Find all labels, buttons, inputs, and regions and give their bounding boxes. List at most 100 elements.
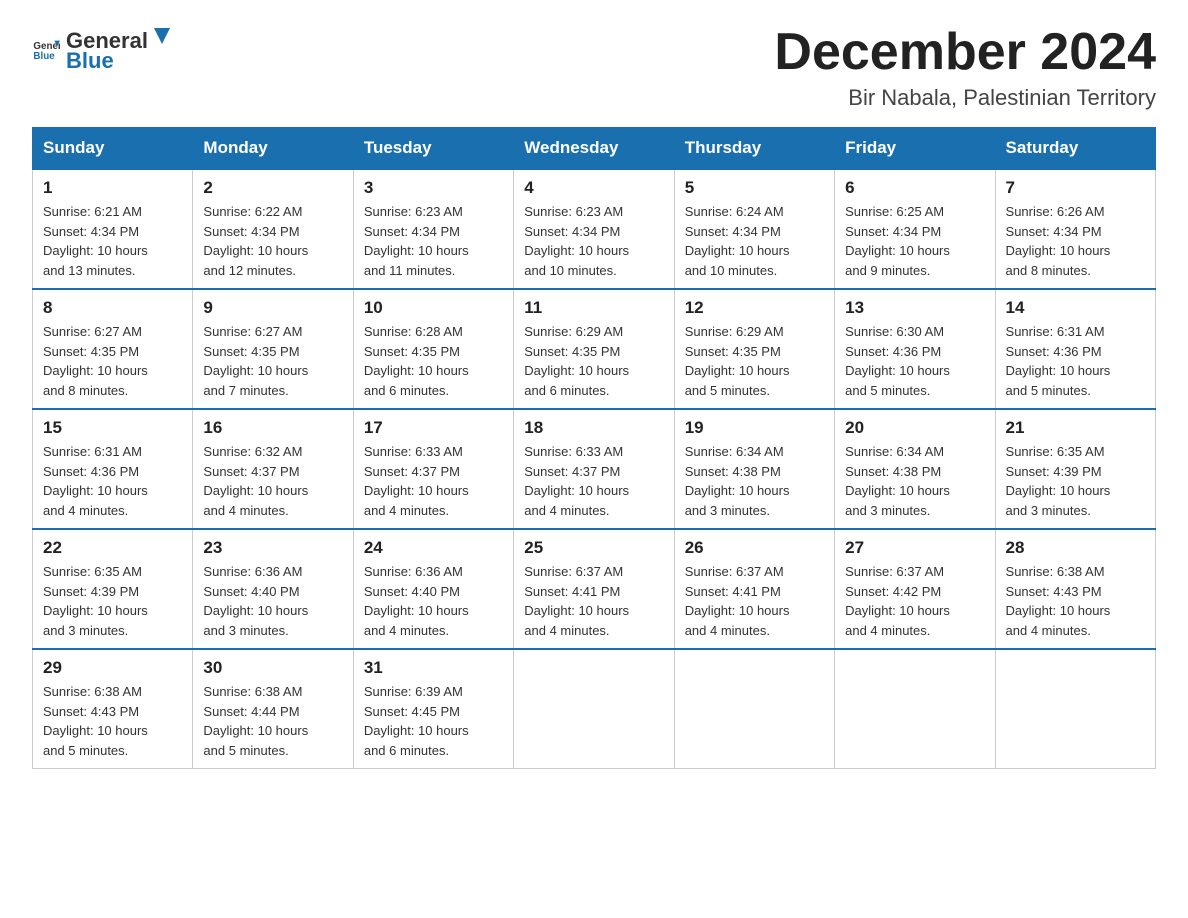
calendar-cell: 24 Sunrise: 6:36 AMSunset: 4:40 PMDayligh… xyxy=(353,529,513,649)
calendar-cell: 14 Sunrise: 6:31 AMSunset: 4:36 PMDayligh… xyxy=(995,289,1155,409)
cell-day-number: 22 xyxy=(43,538,182,558)
calendar-cell: 13Sunrise: 6:30 AMSunset: 4:36 PMDayligh… xyxy=(835,289,995,409)
cell-info: Sunrise: 6:28 AMSunset: 4:35 PMDaylight:… xyxy=(364,322,503,400)
cell-info: Sunrise: 6:34 AMSunset: 4:38 PMDaylight:… xyxy=(845,442,984,520)
calendar-cell xyxy=(995,649,1155,769)
cell-day-number: 21 xyxy=(1006,418,1145,438)
calendar-cell: 7 Sunrise: 6:26 AMSunset: 4:34 PMDaylight… xyxy=(995,169,1155,289)
calendar-table: SundayMondayTuesdayWednesdayThursdayFrid… xyxy=(32,127,1156,769)
cell-day-number: 20 xyxy=(845,418,984,438)
calendar-cell: 22 Sunrise: 6:35 AMSunset: 4:39 PMDayligh… xyxy=(33,529,193,649)
calendar-cell: 5 Sunrise: 6:24 AMSunset: 4:34 PMDaylight… xyxy=(674,169,834,289)
cell-day-number: 12 xyxy=(685,298,824,318)
calendar-cell: 9Sunrise: 6:27 AMSunset: 4:35 PMDaylight… xyxy=(193,289,353,409)
cell-info: Sunrise: 6:38 AMSunset: 4:43 PMDaylight:… xyxy=(1006,562,1145,640)
calendar-cell: 21 Sunrise: 6:35 AMSunset: 4:39 PMDayligh… xyxy=(995,409,1155,529)
cell-info: Sunrise: 6:29 AMSunset: 4:35 PMDaylight:… xyxy=(524,322,663,400)
calendar-cell: 29Sunrise: 6:38 AMSunset: 4:43 PMDayligh… xyxy=(33,649,193,769)
weekday-header-sunday: Sunday xyxy=(33,128,193,170)
cell-day-number: 29 xyxy=(43,658,182,678)
cell-info: Sunrise: 6:23 AMSunset: 4:34 PMDaylight:… xyxy=(524,202,663,280)
weekday-header-thursday: Thursday xyxy=(674,128,834,170)
week-row-5: 29Sunrise: 6:38 AMSunset: 4:43 PMDayligh… xyxy=(33,649,1156,769)
calendar-cell: 27 Sunrise: 6:37 AMSunset: 4:42 PMDayligh… xyxy=(835,529,995,649)
calendar-cell: 1 Sunrise: 6:21 AMSunset: 4:34 PMDaylight… xyxy=(33,169,193,289)
calendar-cell: 17Sunrise: 6:33 AMSunset: 4:37 PMDayligh… xyxy=(353,409,513,529)
cell-day-number: 11 xyxy=(524,298,663,318)
calendar-cell: 19Sunrise: 6:34 AMSunset: 4:38 PMDayligh… xyxy=(674,409,834,529)
calendar-cell: 23Sunrise: 6:36 AMSunset: 4:40 PMDayligh… xyxy=(193,529,353,649)
cell-info: Sunrise: 6:35 AMSunset: 4:39 PMDaylight:… xyxy=(43,562,182,640)
cell-day-number: 31 xyxy=(364,658,503,678)
cell-info: Sunrise: 6:33 AMSunset: 4:37 PMDaylight:… xyxy=(364,442,503,520)
week-row-4: 22 Sunrise: 6:35 AMSunset: 4:39 PMDayligh… xyxy=(33,529,1156,649)
weekday-header-tuesday: Tuesday xyxy=(353,128,513,170)
cell-info: Sunrise: 6:32 AMSunset: 4:37 PMDaylight:… xyxy=(203,442,342,520)
cell-info: Sunrise: 6:25 AMSunset: 4:34 PMDaylight:… xyxy=(845,202,984,280)
calendar-cell xyxy=(674,649,834,769)
calendar-cell: 12 Sunrise: 6:29 AMSunset: 4:35 PMDayligh… xyxy=(674,289,834,409)
month-year-title: December 2024 xyxy=(774,24,1156,81)
cell-info: Sunrise: 6:35 AMSunset: 4:39 PMDaylight:… xyxy=(1006,442,1145,520)
calendar-cell: 18Sunrise: 6:33 AMSunset: 4:37 PMDayligh… xyxy=(514,409,674,529)
cell-day-number: 10 xyxy=(364,298,503,318)
cell-day-number: 9 xyxy=(203,298,342,318)
location-subtitle: Bir Nabala, Palestinian Territory xyxy=(774,85,1156,111)
cell-info: Sunrise: 6:37 AMSunset: 4:42 PMDaylight:… xyxy=(845,562,984,640)
cell-day-number: 1 xyxy=(43,178,182,198)
cell-day-number: 26 xyxy=(685,538,824,558)
cell-info: Sunrise: 6:27 AMSunset: 4:35 PMDaylight:… xyxy=(43,322,182,400)
week-row-1: 1 Sunrise: 6:21 AMSunset: 4:34 PMDaylight… xyxy=(33,169,1156,289)
calendar-cell: 28Sunrise: 6:38 AMSunset: 4:43 PMDayligh… xyxy=(995,529,1155,649)
cell-day-number: 5 xyxy=(685,178,824,198)
cell-info: Sunrise: 6:38 AMSunset: 4:44 PMDaylight:… xyxy=(203,682,342,760)
calendar-cell: 3Sunrise: 6:23 AMSunset: 4:34 PMDaylight… xyxy=(353,169,513,289)
cell-day-number: 14 xyxy=(1006,298,1145,318)
cell-day-number: 4 xyxy=(524,178,663,198)
logo-icon: General Blue xyxy=(32,35,60,63)
calendar-cell: 26 Sunrise: 6:37 AMSunset: 4:41 PMDayligh… xyxy=(674,529,834,649)
calendar-cell: 11 Sunrise: 6:29 AMSunset: 4:35 PMDayligh… xyxy=(514,289,674,409)
cell-info: Sunrise: 6:24 AMSunset: 4:34 PMDaylight:… xyxy=(685,202,824,280)
cell-info: Sunrise: 6:23 AMSunset: 4:34 PMDaylight:… xyxy=(364,202,503,280)
cell-info: Sunrise: 6:29 AMSunset: 4:35 PMDaylight:… xyxy=(685,322,824,400)
logo: General Blue General Blue xyxy=(32,24,176,74)
week-row-3: 15Sunrise: 6:31 AMSunset: 4:36 PMDayligh… xyxy=(33,409,1156,529)
cell-info: Sunrise: 6:26 AMSunset: 4:34 PMDaylight:… xyxy=(1006,202,1145,280)
cell-day-number: 30 xyxy=(203,658,342,678)
cell-day-number: 13 xyxy=(845,298,984,318)
title-section: December 2024 Bir Nabala, Palestinian Te… xyxy=(774,24,1156,111)
calendar-cell: 31 Sunrise: 6:39 AMSunset: 4:45 PMDayligh… xyxy=(353,649,513,769)
cell-day-number: 6 xyxy=(845,178,984,198)
cell-info: Sunrise: 6:34 AMSunset: 4:38 PMDaylight:… xyxy=(685,442,824,520)
weekday-header-friday: Friday xyxy=(835,128,995,170)
cell-info: Sunrise: 6:39 AMSunset: 4:45 PMDaylight:… xyxy=(364,682,503,760)
page-header: General Blue General Blue December 2024 … xyxy=(32,24,1156,111)
weekday-header-row: SundayMondayTuesdayWednesdayThursdayFrid… xyxy=(33,128,1156,170)
cell-info: Sunrise: 6:21 AMSunset: 4:34 PMDaylight:… xyxy=(43,202,182,280)
calendar-cell: 10 Sunrise: 6:28 AMSunset: 4:35 PMDayligh… xyxy=(353,289,513,409)
calendar-cell: 4 Sunrise: 6:23 AMSunset: 4:34 PMDaylight… xyxy=(514,169,674,289)
cell-day-number: 2 xyxy=(203,178,342,198)
calendar-cell xyxy=(514,649,674,769)
cell-day-number: 24 xyxy=(364,538,503,558)
cell-day-number: 27 xyxy=(845,538,984,558)
weekday-header-monday: Monday xyxy=(193,128,353,170)
logo-triangle-icon xyxy=(150,24,174,48)
cell-day-number: 23 xyxy=(203,538,342,558)
calendar-cell xyxy=(835,649,995,769)
cell-day-number: 7 xyxy=(1006,178,1145,198)
cell-info: Sunrise: 6:37 AMSunset: 4:41 PMDaylight:… xyxy=(524,562,663,640)
calendar-cell: 8 Sunrise: 6:27 AMSunset: 4:35 PMDaylight… xyxy=(33,289,193,409)
cell-info: Sunrise: 6:31 AMSunset: 4:36 PMDaylight:… xyxy=(43,442,182,520)
cell-info: Sunrise: 6:37 AMSunset: 4:41 PMDaylight:… xyxy=(685,562,824,640)
cell-info: Sunrise: 6:36 AMSunset: 4:40 PMDaylight:… xyxy=(364,562,503,640)
cell-info: Sunrise: 6:31 AMSunset: 4:36 PMDaylight:… xyxy=(1006,322,1145,400)
cell-day-number: 8 xyxy=(43,298,182,318)
calendar-cell: 16 Sunrise: 6:32 AMSunset: 4:37 PMDayligh… xyxy=(193,409,353,529)
calendar-cell: 25Sunrise: 6:37 AMSunset: 4:41 PMDayligh… xyxy=(514,529,674,649)
cell-day-number: 18 xyxy=(524,418,663,438)
calendar-body: 1 Sunrise: 6:21 AMSunset: 4:34 PMDaylight… xyxy=(33,169,1156,769)
calendar-cell: 20 Sunrise: 6:34 AMSunset: 4:38 PMDayligh… xyxy=(835,409,995,529)
cell-day-number: 16 xyxy=(203,418,342,438)
